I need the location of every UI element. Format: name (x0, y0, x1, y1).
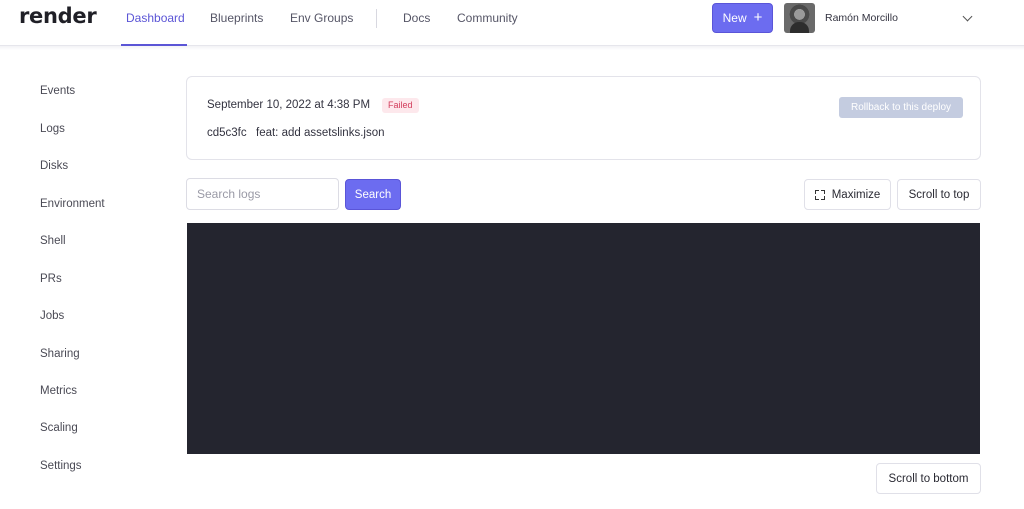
sidebar-item-events[interactable]: Events (40, 85, 75, 97)
user-name[interactable]: Ramón Morcillo (825, 12, 898, 24)
deploy-card: September 10, 2022 at 4:38 PM Failed cd5… (186, 76, 981, 160)
status-badge: Failed (382, 98, 419, 113)
deploy-date: September 10, 2022 at 4:38 PM (207, 99, 371, 111)
nav-community[interactable]: Community (457, 11, 518, 25)
nav-active-underline (121, 44, 187, 46)
maximize-button[interactable]: Maximize (804, 179, 891, 210)
expand-icon (814, 189, 825, 200)
log-output-panel[interactable] (187, 223, 980, 454)
search-logs-input[interactable] (186, 178, 339, 210)
sidebar-item-disks[interactable]: Disks (40, 160, 68, 172)
maximize-label: Maximize (831, 188, 881, 201)
render-logo[interactable]: render (19, 4, 97, 28)
plus-icon: + (753, 9, 763, 26)
nav-blueprints[interactable]: Blueprints (210, 11, 263, 25)
avatar[interactable] (784, 3, 815, 33)
commit-hash[interactable]: cd5c3fc (207, 127, 247, 139)
scroll-to-bottom-button[interactable]: Scroll to bottom (876, 463, 981, 494)
sidebar-item-shell[interactable]: Shell (40, 235, 66, 247)
sidebar-item-settings[interactable]: Settings (40, 460, 82, 472)
nav-divider (376, 9, 377, 28)
sidebar-item-metrics[interactable]: Metrics (40, 385, 77, 397)
sidebar-item-logs[interactable]: Logs (40, 123, 65, 135)
commit-message: feat: add assetslinks.json (256, 127, 385, 139)
nav-docs[interactable]: Docs (403, 11, 430, 25)
sidebar-item-prs[interactable]: PRs (40, 273, 62, 285)
sidebar-item-environment[interactable]: Environment (40, 198, 105, 210)
new-button[interactable]: New + (712, 3, 773, 33)
rollback-button[interactable]: Rollback to this deploy (839, 97, 963, 118)
sidebar-item-scaling[interactable]: Scaling (40, 422, 78, 434)
nav-dashboard[interactable]: Dashboard (126, 11, 185, 25)
sidebar-item-sharing[interactable]: Sharing (40, 348, 80, 360)
sidebar-item-jobs[interactable]: Jobs (40, 310, 64, 322)
search-button[interactable]: Search (345, 179, 401, 210)
scroll-to-top-button[interactable]: Scroll to top (897, 179, 981, 210)
nav-env-groups[interactable]: Env Groups (290, 11, 353, 25)
new-button-label: New (722, 11, 747, 25)
top-nav-shadow (0, 46, 1024, 50)
